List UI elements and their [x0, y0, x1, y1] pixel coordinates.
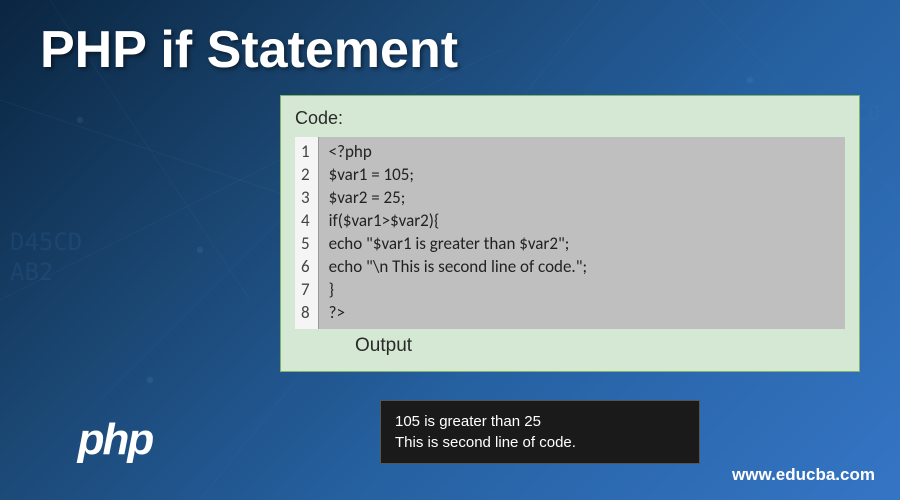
- code-label: Code:: [295, 108, 845, 129]
- code-content: <?php $var1 = 105; $var2 = 25; if($var1>…: [319, 137, 845, 329]
- php-logo: php: [40, 410, 190, 470]
- output-label: Output: [355, 335, 845, 357]
- output-line: 105 is greater than 25: [395, 411, 685, 432]
- website-url: www.educba.com: [732, 465, 875, 485]
- code-block: 12345678 <?php $var1 = 105; $var2 = 25; …: [295, 137, 845, 329]
- code-line: }: [329, 279, 835, 302]
- page-title: PHP if Statement: [40, 20, 458, 80]
- line-numbers: 12345678: [295, 137, 319, 329]
- code-line: $var2 = 25;: [329, 187, 835, 210]
- code-line: ?>: [329, 302, 835, 325]
- code-line: if($var1>$var2){: [329, 210, 835, 233]
- code-line: echo "\n This is second line of code.";: [329, 256, 835, 279]
- code-panel: Code: 12345678 <?php $var1 = 105; $var2 …: [280, 95, 860, 372]
- code-line: <?php: [329, 141, 835, 164]
- output-box: 105 is greater than 25 This is second li…: [380, 400, 700, 464]
- php-logo-text: php: [78, 415, 153, 465]
- svg-text:D45CD: D45CD: [10, 228, 82, 256]
- code-line: echo "$var1 is greater than $var2";: [329, 233, 835, 256]
- output-line: This is second line of code.: [395, 432, 685, 453]
- svg-text:AB2: AB2: [10, 258, 53, 286]
- code-line: $var1 = 105;: [329, 164, 835, 187]
